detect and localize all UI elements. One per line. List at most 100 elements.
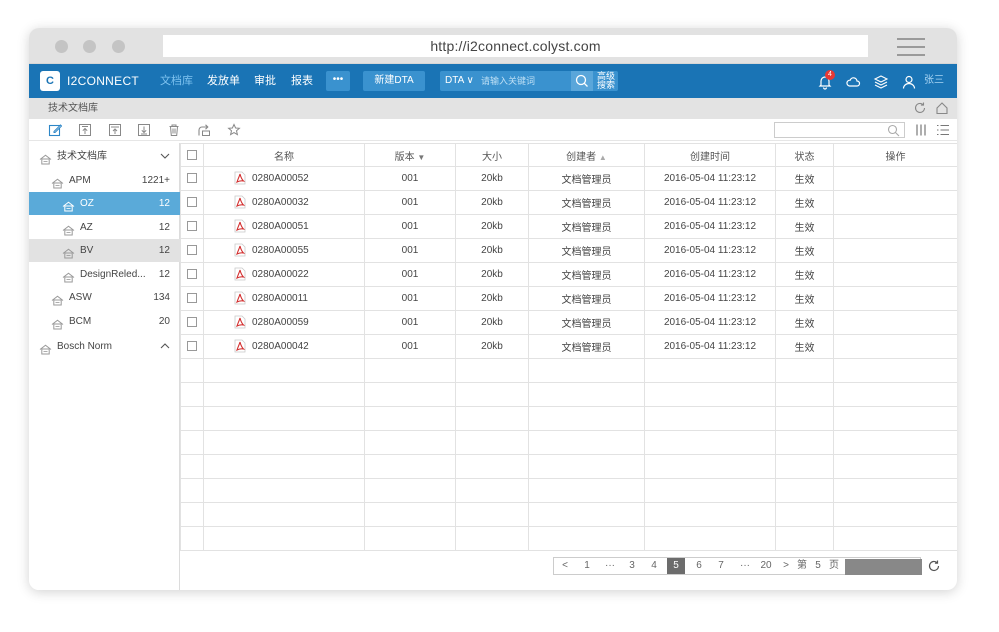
col-header-status[interactable]: 状态 [775,143,834,167]
cell-creator: 文档管理员 [528,262,645,287]
tree-item[interactable]: AZ 12 [29,216,180,239]
more-button[interactable]: ••• [326,71,350,91]
advanced-search-link[interactable]: 高级 搜索 [597,72,615,90]
search-button[interactable] [571,71,593,91]
row-select-cell[interactable] [180,334,204,359]
nav-item-approval[interactable]: 审批 [254,64,276,98]
table-row[interactable]: 0280A00032 001 20kb 文档管理员 2016-05-04 11:23:1… [180,190,957,215]
upload-icon[interactable] [108,123,122,137]
tree-item[interactable]: APM 1221+ [29,169,180,192]
search-input[interactable] [481,71,571,91]
select-all-checkbox[interactable] [187,149,197,160]
goto-page-button[interactable] [845,559,922,575]
goto-page-value[interactable]: 5 [812,558,824,574]
row-select-cell[interactable] [180,286,204,311]
new-dta-button[interactable]: 新建DTA [363,71,425,91]
next-page-button[interactable]: > [779,558,793,574]
notification-bell-icon[interactable]: 4 [817,70,835,90]
tree-item[interactable]: DesignReled... 12 [29,263,180,286]
cloud-icon[interactable] [845,74,861,90]
download-icon[interactable] [137,123,151,137]
star-icon[interactable] [227,123,241,137]
window-maximize-dot[interactable] [112,40,125,53]
row-checkbox[interactable] [187,245,197,256]
nav-item-distribution[interactable]: 发放单 [207,64,240,98]
reload-table-icon[interactable] [927,559,941,573]
col-header-version[interactable]: 版本 ▼ [364,143,456,167]
edit-icon[interactable] [48,123,62,137]
page-4[interactable]: 4 [647,558,661,574]
tree-item[interactable]: ASW 134 [29,286,180,309]
select-all-header[interactable] [180,143,204,167]
cell-name[interactable]: 0280A00052 [203,166,365,191]
cell-name[interactable]: 0280A00022 [203,262,365,287]
row-checkbox[interactable] [187,197,197,208]
tree-item[interactable]: BV 12 [29,239,180,262]
row-checkbox[interactable] [187,293,197,304]
list-view-icon[interactable] [936,123,950,137]
tree-item-label: OZ [80,198,94,209]
tree-item[interactable]: 技术文档库 [29,145,180,168]
table-search-input[interactable] [774,122,905,138]
row-checkbox[interactable] [187,173,197,184]
table-row[interactable]: 0280A00022 001 20kb 文档管理员 2016-05-04 11:23:1… [180,262,957,287]
cell-status: 生效 [775,190,834,215]
search-type-select[interactable]: DTA ∨ [445,71,474,91]
table-row[interactable]: 0280A00055 001 20kb 文档管理员 2016-05-04 11:23:1… [180,238,957,263]
page-3[interactable]: 3 [625,558,639,574]
cell-name[interactable]: 0280A00055 [203,238,365,263]
col-header-created[interactable]: 创建时间 [644,143,776,167]
row-select-cell[interactable] [180,166,204,191]
cell-name[interactable]: 0280A00032 [203,190,365,215]
table-row[interactable]: 0280A00042 001 20kb 文档管理员 2016-05-04 11:23:1… [180,334,957,359]
share-icon[interactable] [197,123,211,137]
cell-name[interactable]: 0280A00011 [203,286,365,311]
row-checkbox[interactable] [187,317,197,328]
column-settings-icon[interactable] [914,123,928,137]
layers-icon[interactable] [873,74,889,90]
row-select-cell[interactable] [180,190,204,215]
table-row[interactable]: 0280A00052 001 20kb 文档管理员 2016-05-04 11:23:1… [180,166,957,191]
cell-name[interactable]: 0280A00042 [203,334,365,359]
row-select-cell[interactable] [180,310,204,335]
window-close-dot[interactable] [55,40,68,53]
user-icon[interactable] [901,74,917,90]
refresh-icon[interactable] [913,101,927,115]
cell-name[interactable]: 0280A00051 [203,214,365,239]
nav-item-reports[interactable]: 报表 [291,64,313,98]
table-row[interactable]: 0280A00059 001 20kb 文档管理员 2016-05-04 11:23:1… [180,310,957,335]
row-select-cell[interactable] [180,262,204,287]
page-ellipsis-1: ··· [605,560,615,571]
upload-top-icon[interactable] [78,123,92,137]
col-header-size[interactable]: 大小 [455,143,529,167]
row-checkbox[interactable] [187,269,197,280]
page-1[interactable]: 1 [580,558,594,574]
url-bar[interactable]: http://i2connect.colyst.com [163,35,868,57]
col-header-name[interactable]: 名称 [203,143,365,167]
window-minimize-dot[interactable] [83,40,96,53]
col-header-creator[interactable]: 创建者 ▲ [528,143,645,167]
table-row[interactable]: 0280A00011 001 20kb 文档管理员 2016-05-04 11:23:1… [180,286,957,311]
cell-version: 001 [364,190,456,215]
username[interactable]: 张三 [924,64,944,98]
browser-menu-icon[interactable] [897,38,925,62]
tree-item[interactable]: Bosch Norm [29,335,180,358]
tree-item[interactable]: OZ 12 [29,192,180,215]
cell-name[interactable]: 0280A00059 [203,310,365,335]
home-icon[interactable] [935,101,949,115]
delete-icon[interactable] [167,123,181,137]
tree-item[interactable]: BCM 20 [29,310,180,333]
row-select-cell[interactable] [180,238,204,263]
row-checkbox[interactable] [187,221,197,232]
page-5-current[interactable]: 5 [667,558,685,574]
row-select-cell[interactable] [180,214,204,239]
row-checkbox[interactable] [187,341,197,352]
prev-page-button[interactable]: < [558,558,572,574]
nav-item-library[interactable]: 文档库 [160,64,193,98]
table-row[interactable]: 0280A00051 001 20kb 文档管理员 2016-05-04 11:23:1… [180,214,957,239]
chevron-down-icon[interactable] [160,145,170,168]
page-20[interactable]: 20 [757,558,775,574]
chevron-up-icon[interactable] [160,335,170,358]
page-7[interactable]: 7 [714,558,728,574]
page-6[interactable]: 6 [692,558,706,574]
